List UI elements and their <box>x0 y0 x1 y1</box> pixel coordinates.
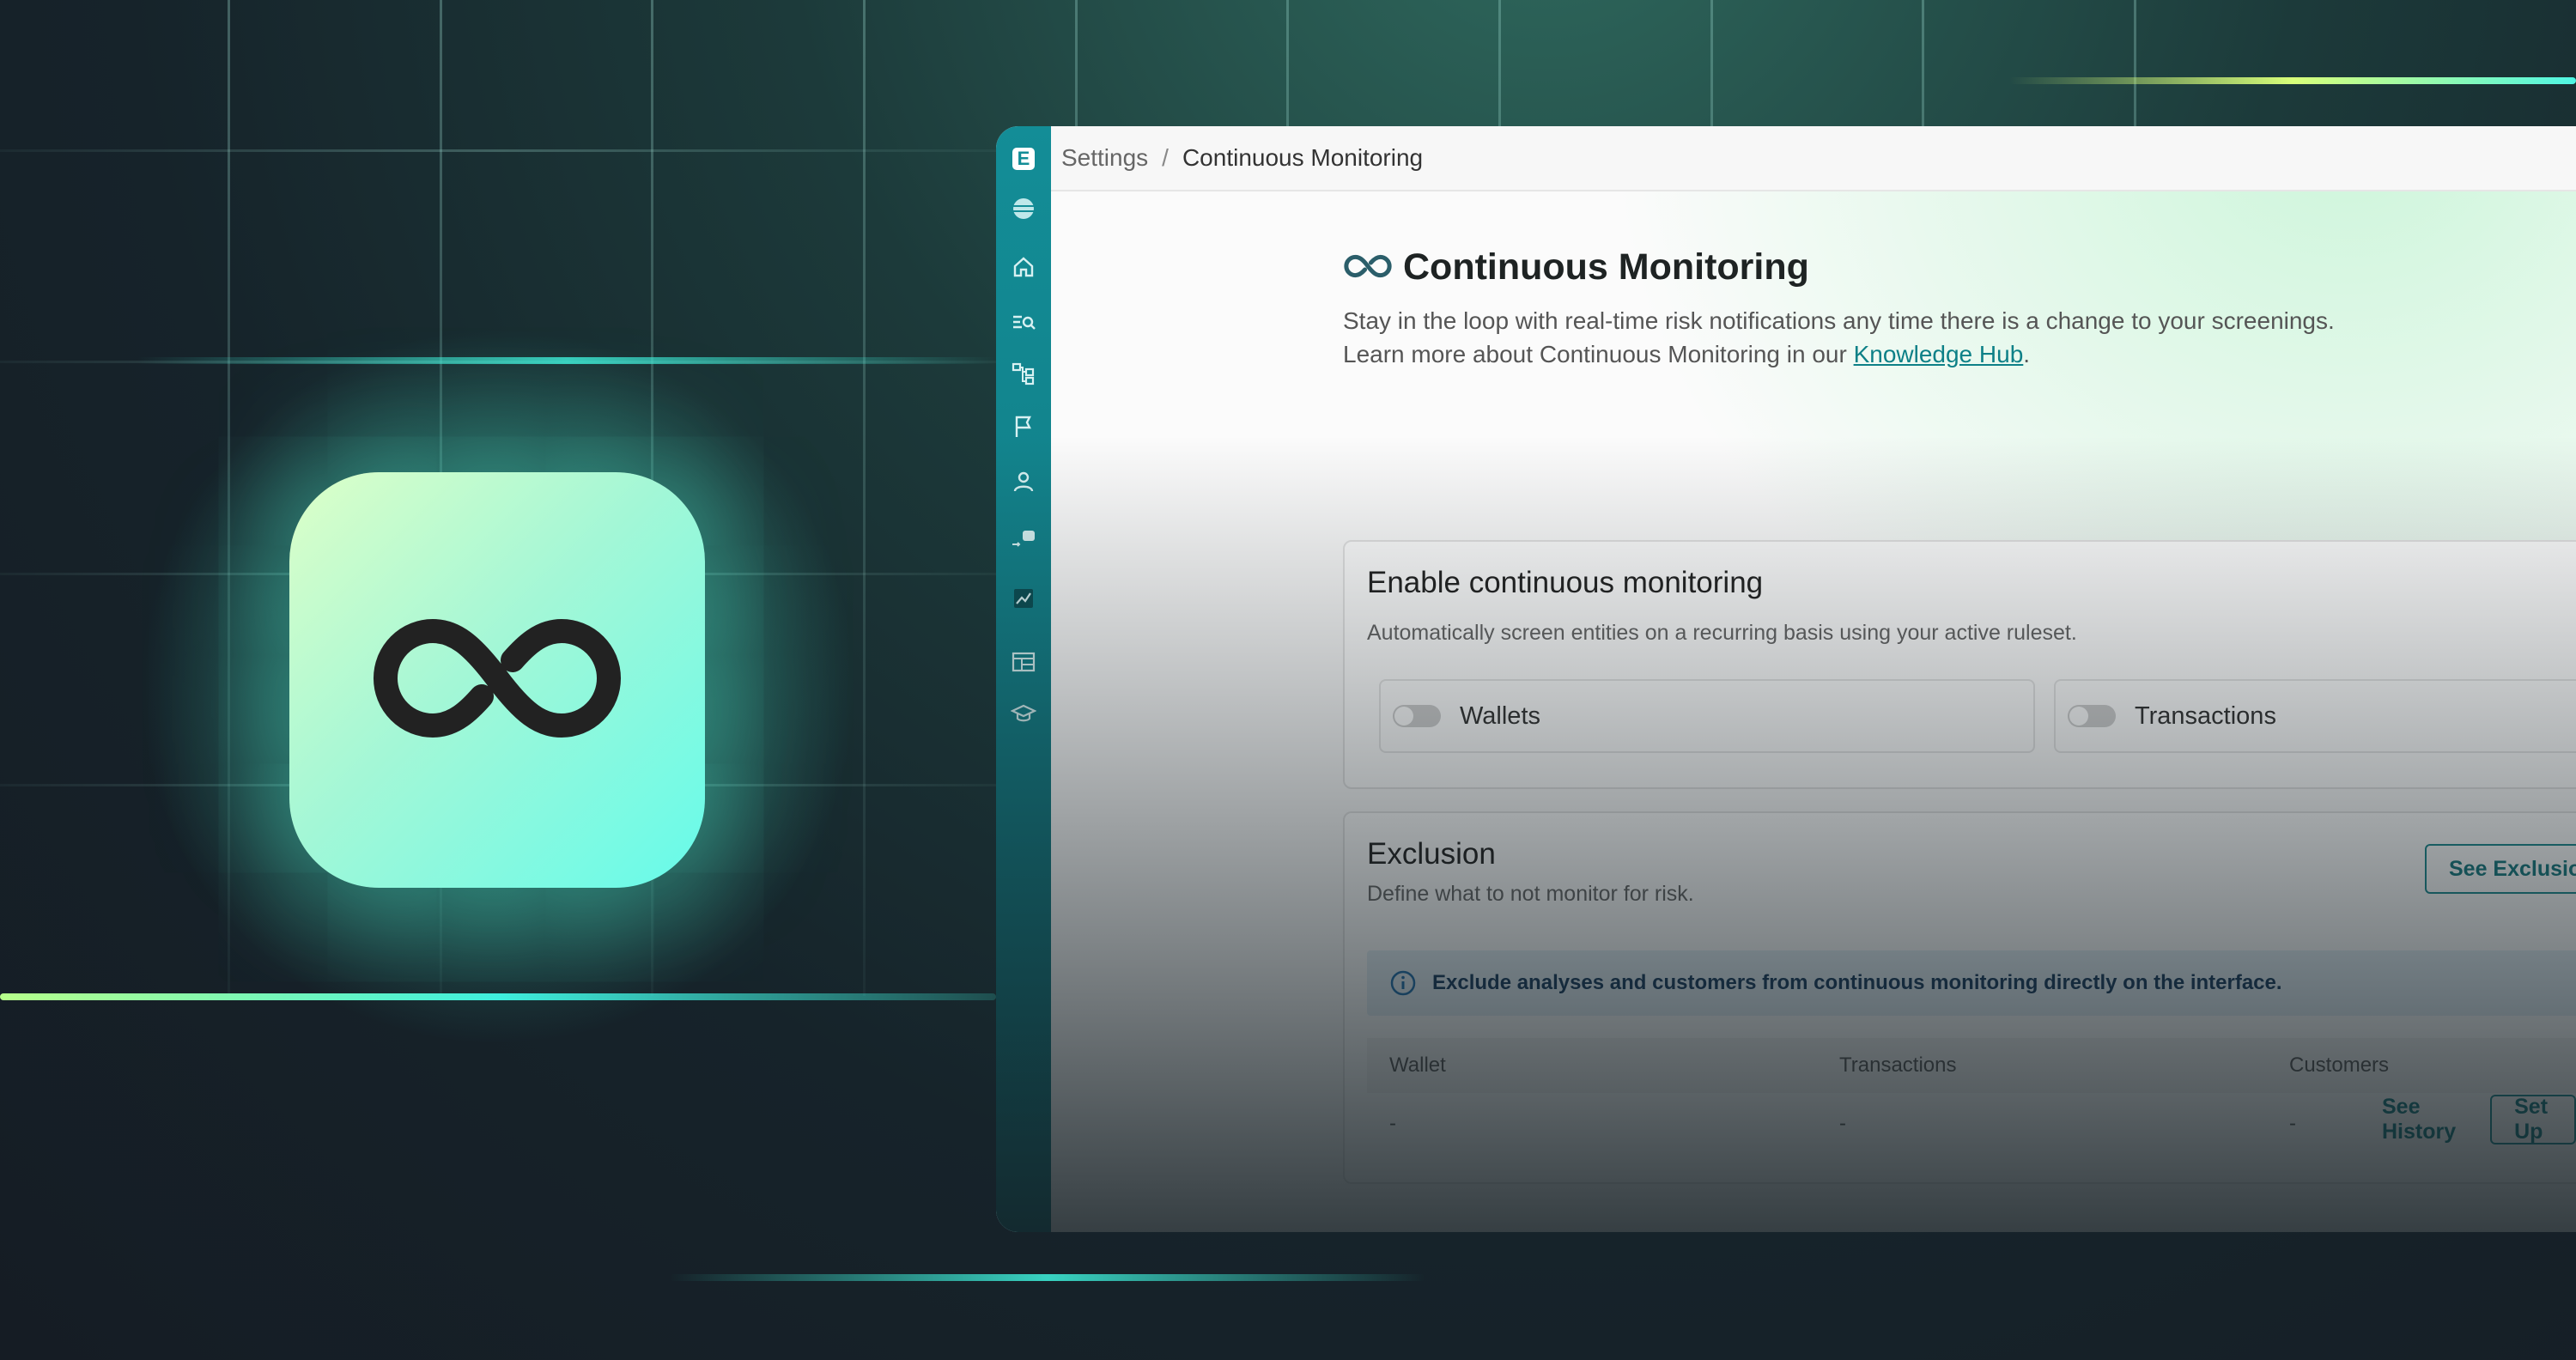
home-icon[interactable] <box>1006 250 1041 284</box>
breadcrumb: Settings / Continuous Monitoring <box>1051 126 2576 191</box>
set-up-button[interactable]: Set Up <box>2490 1095 2576 1144</box>
cell-transactions: - <box>1839 1112 1846 1135</box>
search-list-icon[interactable] <box>1006 305 1041 339</box>
column-header-customers: Customers <box>2289 1053 2390 1077</box>
enable-card-title: Enable continuous monitoring <box>1367 566 1764 599</box>
user-icon[interactable] <box>1006 464 1041 499</box>
see-exclusions-button[interactable]: See Exclusio <box>2425 844 2576 894</box>
education-icon[interactable] <box>1006 696 1041 731</box>
footer-actions: See History Set Up <box>2382 1095 2576 1144</box>
wallets-toggle-label: Wallets <box>1460 701 1540 730</box>
info-icon <box>1389 969 1417 997</box>
transactions-toggle[interactable] <box>2068 705 2116 727</box>
description-prefix: Learn more about Continuous Monitoring i… <box>1343 341 1854 367</box>
app-logo-tile <box>289 472 705 888</box>
transactions-toggle-row[interactable]: Transactions <box>2054 679 2576 753</box>
wallets-toggle-row[interactable]: Wallets <box>1379 679 2035 753</box>
exclusion-card-subtitle: Define what to not monitor for risk. <box>1367 882 1694 906</box>
app-window: E Settings / Continuous Monitoring Conti… <box>996 126 2576 1232</box>
breadcrumb-settings-link[interactable]: Settings <box>1061 144 1148 172</box>
page-content: Continuous Monitoring Stay in the loop w… <box>1343 246 2576 1184</box>
page-description: Stay in the loop with real-time risk not… <box>1343 304 2576 371</box>
enable-card-subtitle: Automatically screen entities on a recur… <box>1367 621 2077 645</box>
globe-icon[interactable] <box>1006 191 1041 226</box>
wallets-toggle[interactable] <box>1393 705 1441 727</box>
knowledge-hub-link[interactable]: Knowledge Hub <box>1854 341 2024 367</box>
page-title-text: Continuous Monitoring <box>1403 246 1809 288</box>
description-line-1: Stay in the loop with real-time risk not… <box>1343 307 2335 334</box>
sidebar: E <box>996 126 1051 1232</box>
exclusion-card-title: Exclusion <box>1367 837 1496 871</box>
page-title: Continuous Monitoring <box>1343 246 2576 288</box>
table-icon[interactable] <box>1006 645 1041 679</box>
main-area: Settings / Continuous Monitoring Continu… <box>1051 126 2576 1232</box>
brand-logo-icon[interactable]: E <box>1006 142 1041 176</box>
transactions-toggle-label: Transactions <box>2135 701 2276 730</box>
cell-wallet: - <box>1389 1112 1396 1135</box>
info-banner-text: Exclude analyses and customers from cont… <box>1432 971 2282 994</box>
enable-monitoring-card: Enable continuous monitoring Automatical… <box>1343 540 2576 789</box>
see-history-button[interactable]: See History <box>2382 1095 2456 1144</box>
breadcrumb-current: Continuous Monitoring <box>1182 144 1424 171</box>
infinity-icon <box>1343 246 1393 288</box>
description-suffix: . <box>2023 341 2031 367</box>
column-header-wallet: Wallet <box>1389 1053 1446 1077</box>
cell-customers: - <box>2289 1112 2296 1135</box>
transfer-icon[interactable] <box>1006 519 1041 554</box>
breadcrumb-separator: / <box>1162 144 1169 171</box>
info-banner: Exclude analyses and customers from cont… <box>1367 950 2576 1016</box>
column-header-transactions: Transactions <box>1839 1053 1957 1077</box>
flag-icon[interactable] <box>1006 410 1041 444</box>
exclusion-table-header: Wallet Transactions Customers <box>1367 1038 2576 1093</box>
graph-icon[interactable] <box>1006 356 1041 391</box>
chart-icon[interactable] <box>1006 581 1041 616</box>
infinity-icon <box>368 614 626 747</box>
description-line-2: Learn more about Continuous Monitoring i… <box>1343 337 2576 371</box>
